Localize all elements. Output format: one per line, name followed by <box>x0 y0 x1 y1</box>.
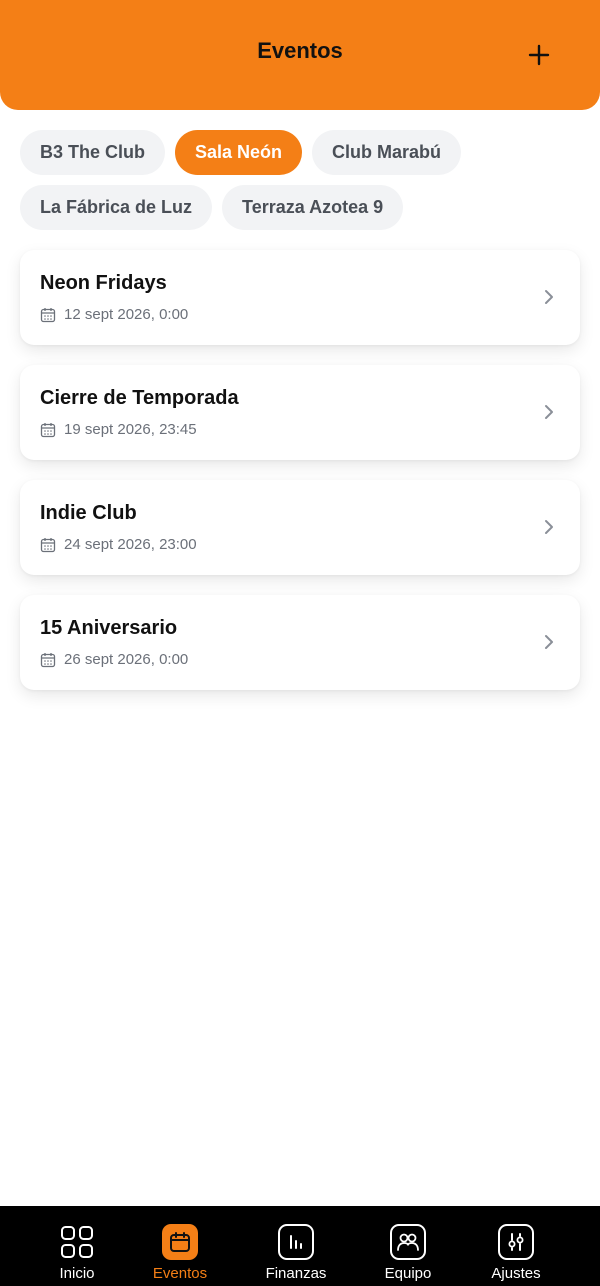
team-icon <box>390 1224 426 1260</box>
chevron-right-icon <box>545 520 553 534</box>
chevron-right-icon <box>545 290 553 304</box>
nav-item-inicio[interactable]: Inicio <box>22 1224 132 1282</box>
calendar-icon <box>40 307 56 322</box>
event-date: 26 sept 2026, 0:00 <box>64 651 189 668</box>
nav-label: Finanzas <box>265 1265 327 1282</box>
chevron-right-icon <box>545 635 553 649</box>
nav-label: Equipo <box>384 1265 432 1282</box>
event-title: Cierre de Temporada <box>40 387 239 409</box>
calendar-icon <box>40 652 56 667</box>
event-date-row: 26 sept 2026, 0:00 <box>40 651 188 668</box>
venue-chip-club-marabu[interactable]: Club Marabú <box>312 130 462 175</box>
venue-chip-b3-the-club[interactable]: B3 The Club <box>20 130 166 175</box>
plus-icon <box>528 44 550 66</box>
event-date-row: 24 sept 2026, 23:00 <box>40 536 197 553</box>
bar-chart-icon <box>278 1224 314 1260</box>
event-list: Neon Fridays 12 sept 2026, 0:00 Cierre d… <box>20 250 580 710</box>
nav-item-eventos[interactable]: Eventos <box>125 1224 235 1282</box>
header-bar: Eventos <box>0 0 600 110</box>
event-card[interactable]: Neon Fridays 12 sept 2026, 0:00 <box>20 250 580 345</box>
event-date-row: 12 sept 2026, 0:00 <box>40 306 188 323</box>
venue-chip-sala-neon[interactable]: Sala Neón <box>175 130 303 175</box>
nav-label: Eventos <box>152 1265 208 1282</box>
bottom-nav: Inicio Eventos Finanzas Equipo Ajustes <box>0 1206 600 1286</box>
nav-label: Ajustes <box>491 1265 541 1282</box>
nav-item-finanzas[interactable]: Finanzas <box>241 1224 351 1282</box>
event-title: 15 Aniversario <box>40 617 178 639</box>
sliders-icon <box>498 1224 534 1260</box>
venue-filter: B3 The Club Sala Neón Club Marabú La Fáb… <box>20 130 580 240</box>
nav-item-equipo[interactable]: Equipo <box>353 1224 463 1282</box>
event-card[interactable]: Cierre de Temporada 19 sept 2026, 23:45 <box>20 365 580 460</box>
calendar-icon <box>40 422 56 437</box>
venue-chip-terraza-azotea-9[interactable]: Terraza Azotea 9 <box>222 185 404 230</box>
calendar-icon <box>40 537 56 552</box>
nav-label: Inicio <box>59 1265 95 1282</box>
add-event-button[interactable] <box>524 40 554 70</box>
chevron-right-icon <box>545 405 553 419</box>
event-date: 12 sept 2026, 0:00 <box>64 306 189 323</box>
event-card[interactable]: 15 Aniversario 26 sept 2026, 0:00 <box>20 595 580 690</box>
venue-chip-row: La Fábrica de Luz Terraza Azotea 9 <box>20 185 580 230</box>
app-screen: Eventos B3 The Club Sala Neón Club Marab… <box>0 0 600 1286</box>
event-date: 24 sept 2026, 23:00 <box>64 536 197 553</box>
event-title: Neon Fridays <box>40 272 167 294</box>
event-card[interactable]: Indie Club 24 sept 2026, 23:00 <box>20 480 580 575</box>
grid-icon <box>59 1224 95 1260</box>
event-date: 19 sept 2026, 23:45 <box>64 421 197 438</box>
event-title: Indie Club <box>40 502 137 524</box>
nav-item-ajustes[interactable]: Ajustes <box>461 1224 571 1282</box>
calendar-icon <box>162 1224 198 1260</box>
event-date-row: 19 sept 2026, 23:45 <box>40 421 197 438</box>
venue-chip-la-fabrica-de-luz[interactable]: La Fábrica de Luz <box>20 185 213 230</box>
page-title: Eventos <box>257 38 343 63</box>
venue-chip-row: B3 The Club Sala Neón Club Marabú <box>20 130 580 175</box>
